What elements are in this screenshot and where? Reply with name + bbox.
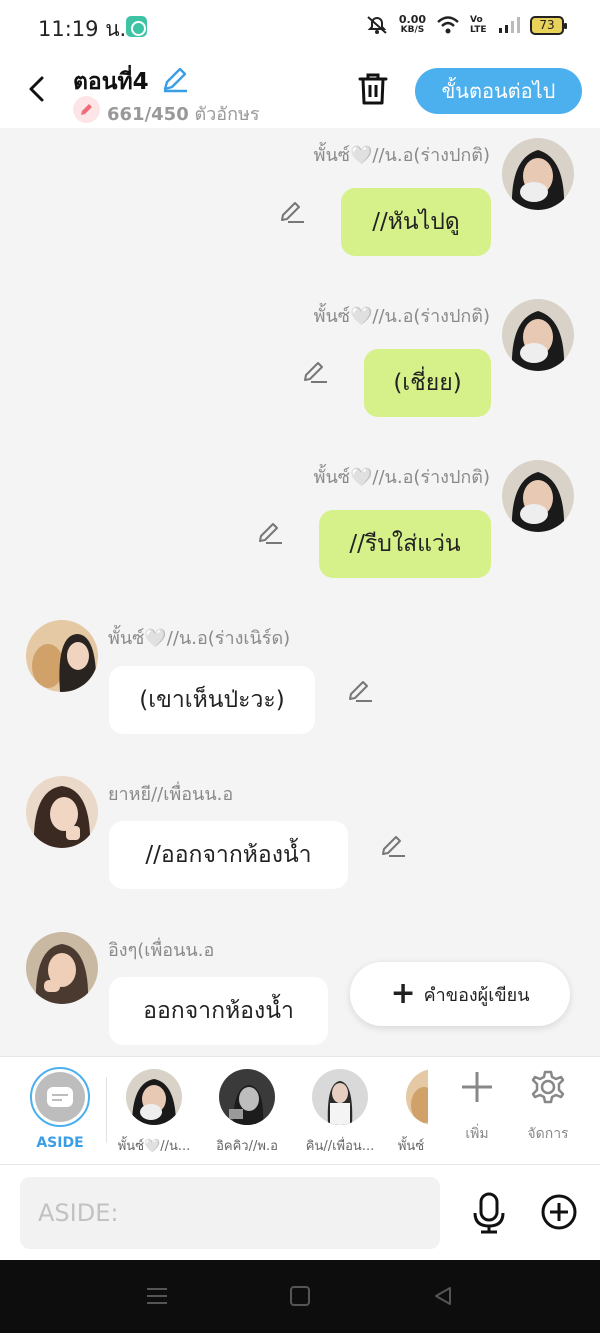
manage-label: จัดการ bbox=[527, 1126, 569, 1142]
status-bar: 11:19 น. 0.00 KB/S Vo LTE 73 bbox=[0, 0, 600, 52]
back-arrow-icon[interactable] bbox=[24, 74, 52, 104]
divider bbox=[106, 1077, 107, 1143]
signal-icon bbox=[499, 17, 520, 33]
aside-icon bbox=[47, 1087, 73, 1107]
character-item[interactable]: พั้นซ์🤍//น... bbox=[116, 1069, 192, 1156]
character-item[interactable]: พั้นซ์ bbox=[394, 1069, 428, 1156]
wifi-icon bbox=[437, 16, 459, 34]
speaker-name: พั้นซ์🤍//น.อ(ร่างปกติ) bbox=[313, 467, 490, 488]
editor-header: ตอนที่4 661/450 ตัวอักษร ขั้นตอนต่อไป bbox=[0, 52, 600, 128]
aside-avatar bbox=[35, 1072, 85, 1122]
speaker-name: พั้นซ์🤍//น.อ(ร่างปกติ) bbox=[313, 306, 490, 327]
trash-icon[interactable] bbox=[357, 72, 389, 106]
character-label: พั้นซ์🤍//น... bbox=[117, 1139, 191, 1154]
character-label: คิน//เพื่อน... bbox=[305, 1139, 375, 1154]
narrator-button-label: คำของผู้เขียน bbox=[423, 984, 530, 1006]
home-icon[interactable] bbox=[290, 1286, 310, 1306]
aside-label: ASIDE bbox=[36, 1135, 84, 1151]
message-input[interactable] bbox=[20, 1177, 440, 1249]
plus-icon: + bbox=[390, 976, 416, 1011]
recent-apps-icon[interactable] bbox=[146, 1286, 168, 1306]
edit-pencil-icon[interactable] bbox=[256, 519, 284, 547]
network-speed: 0.00 KB/S bbox=[398, 13, 426, 35]
pencil-counter-icon bbox=[73, 96, 100, 123]
app-notification-icon bbox=[126, 16, 147, 37]
gear-icon bbox=[531, 1070, 565, 1104]
status-time: 11:19 น. bbox=[38, 17, 127, 41]
character-label: อิคคิว//พ.อ bbox=[216, 1139, 278, 1154]
message-bubble[interactable]: //รีบใส่แว่น bbox=[319, 510, 491, 578]
avatar[interactable] bbox=[26, 620, 98, 692]
character-avatar bbox=[126, 1069, 182, 1125]
add-narrator-text-button[interactable]: + คำของผู้เขียน bbox=[350, 962, 570, 1026]
add-character-button[interactable]: เพิ่ม bbox=[447, 1069, 507, 1145]
plus-icon bbox=[462, 1072, 492, 1102]
message-input-bar bbox=[0, 1164, 600, 1260]
speaker-name: อิงๆ(เพื่อนน.อ bbox=[108, 940, 215, 961]
status-icons: 0.00 KB/S Vo LTE 73 bbox=[365, 13, 567, 36]
message-bubble[interactable]: //ออกจากห้องน้ำ bbox=[109, 821, 348, 889]
character-label: พั้นซ์ bbox=[397, 1139, 425, 1154]
message-bubble[interactable]: ออกจากห้องน้ำ bbox=[109, 977, 328, 1045]
add-label: เพิ่ม bbox=[465, 1126, 489, 1142]
character-selector: ASIDE พั้นซ์🤍//น... อิคคิว//พ.อ คิน//เพื… bbox=[0, 1056, 600, 1164]
edit-pencil-icon[interactable] bbox=[346, 677, 374, 705]
avatar[interactable] bbox=[502, 138, 574, 210]
add-media-icon[interactable] bbox=[540, 1193, 578, 1231]
system-back-icon[interactable] bbox=[432, 1285, 454, 1307]
edit-pencil-icon[interactable] bbox=[379, 832, 407, 860]
character-avatar bbox=[219, 1069, 275, 1125]
message-bubble[interactable]: (เชี่ยย) bbox=[364, 349, 491, 417]
edit-pencil-icon[interactable] bbox=[278, 198, 306, 226]
character-item[interactable]: คิน//เพื่อน... bbox=[302, 1069, 378, 1156]
system-nav-bar bbox=[0, 1260, 600, 1333]
episode-title: ตอนที่4 bbox=[73, 69, 149, 95]
edit-pencil-icon[interactable] bbox=[301, 358, 329, 386]
avatar[interactable] bbox=[26, 932, 98, 1004]
message-bubble[interactable]: (เขาเห็นป่ะวะ) bbox=[109, 666, 315, 734]
battery-icon: 73 bbox=[530, 15, 567, 35]
speaker-name: พั้นซ์🤍//น.อ(ร่างเนิร์ด) bbox=[108, 628, 291, 649]
character-avatar bbox=[312, 1069, 368, 1125]
speaker-name: พั้นซ์🤍//น.อ(ร่างปกติ) bbox=[313, 145, 490, 166]
aside-character-button[interactable] bbox=[30, 1067, 90, 1127]
volte-indicator: Vo LTE bbox=[470, 15, 487, 35]
microphone-icon[interactable] bbox=[470, 1191, 508, 1235]
manage-characters-button[interactable]: จัดการ bbox=[518, 1069, 578, 1145]
avatar[interactable] bbox=[26, 776, 98, 848]
avatar[interactable] bbox=[502, 299, 574, 371]
speaker-name: ยาหยี//เพื่อนน.อ bbox=[108, 784, 234, 805]
silent-bell-icon bbox=[367, 16, 387, 34]
character-item[interactable]: อิคคิว//พ.อ bbox=[209, 1069, 285, 1156]
avatar[interactable] bbox=[502, 460, 574, 532]
message-bubble[interactable]: //หันไปดู bbox=[341, 188, 491, 256]
character-avatar bbox=[406, 1069, 428, 1125]
character-counter: 661/450 ตัวอักษร bbox=[107, 104, 260, 125]
next-step-button[interactable]: ขั้นตอนต่อไป bbox=[415, 68, 582, 114]
edit-title-icon[interactable] bbox=[160, 64, 190, 94]
